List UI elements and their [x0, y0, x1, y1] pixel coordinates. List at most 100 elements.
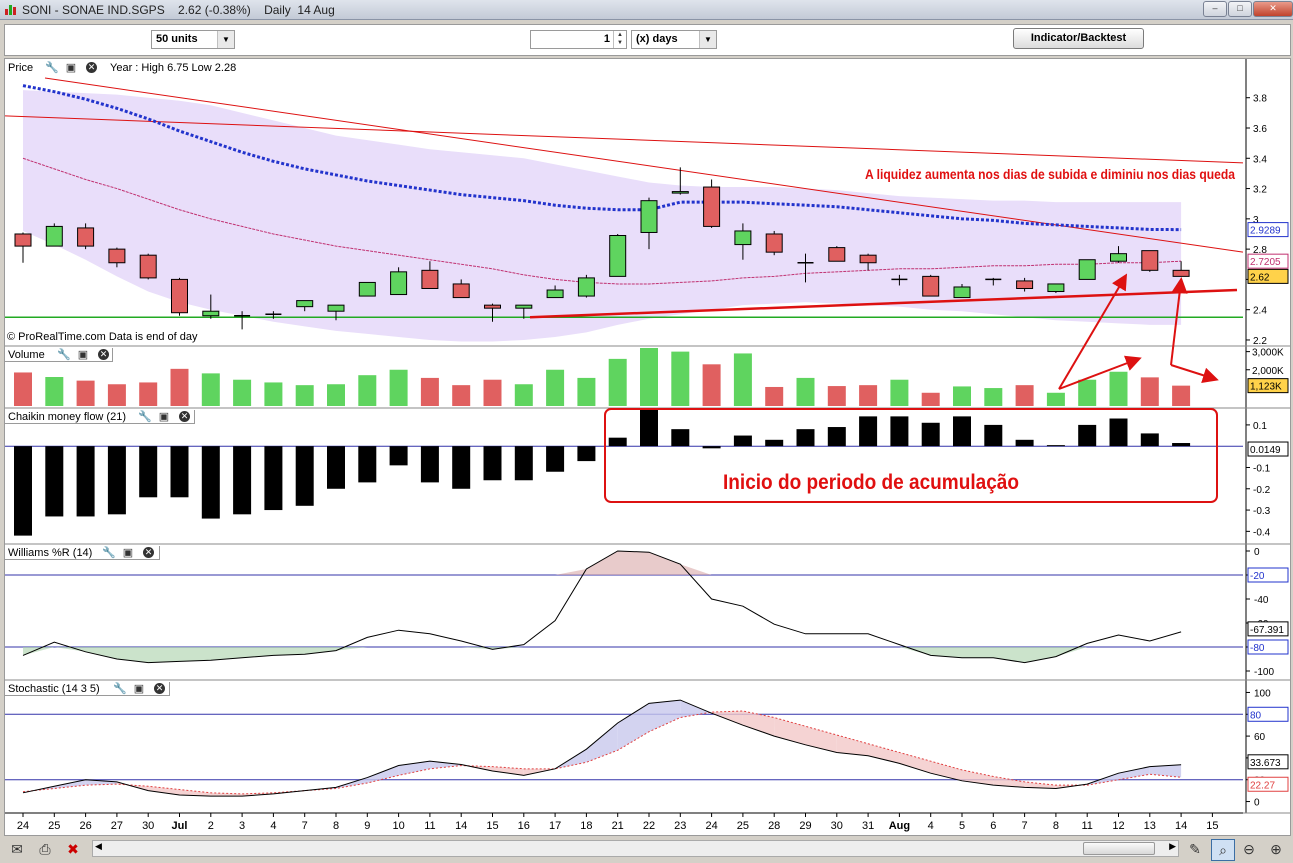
- chaikin-bar: [1078, 424, 1097, 447]
- candle-body: [421, 269, 439, 289]
- williams-tick-label: -40: [1254, 595, 1269, 606]
- stochastic-fill: [367, 765, 399, 783]
- spin-arrows-icon[interactable]: ▲ ▼: [613, 31, 626, 48]
- candle-body: [828, 247, 846, 262]
- close-button[interactable]: ✕: [1253, 1, 1293, 17]
- units-select[interactable]: 50 units ▼: [151, 30, 235, 49]
- price-panel-header: Price 🔧 ▣ ✕: [5, 61, 105, 75]
- zoom-out-icon[interactable]: ⊖: [1238, 839, 1260, 859]
- volume-bar: [546, 369, 565, 406]
- volume-last: 1,123K: [1250, 382, 1282, 393]
- chaikin-bar: [921, 422, 940, 447]
- chevron-down-icon[interactable]: ▼: [699, 31, 716, 48]
- x-tick-label: 30: [142, 820, 154, 832]
- horizontal-scrollbar[interactable]: ◀ ▶: [92, 840, 1179, 857]
- delete-tool-icon[interactable]: ✖: [62, 839, 84, 859]
- interval-spinbox[interactable]: 1 ▲ ▼: [530, 30, 627, 49]
- williams-overbought-fill: [23, 551, 1182, 575]
- candle-body: [859, 254, 877, 264]
- x-tick-label: 28: [768, 820, 780, 832]
- drawing-tools-icon[interactable]: ✎: [1184, 839, 1206, 859]
- close-panel-icon[interactable]: ✕: [86, 62, 97, 73]
- scroll-right-icon[interactable]: ▶: [1169, 841, 1176, 852]
- scroll-left-icon[interactable]: ◀: [95, 841, 102, 852]
- chaikin-bar: [608, 437, 627, 447]
- window-icon[interactable]: ▣: [77, 349, 89, 361]
- stochastic-fill: [868, 743, 900, 764]
- accumulation-annotation: Inicio do periodo de acumulação: [723, 471, 1019, 494]
- scrollbar-thumb[interactable]: [1083, 842, 1155, 855]
- stochastic-d-last: 22.27: [1250, 780, 1275, 791]
- maximize-button[interactable]: □: [1228, 1, 1252, 17]
- chaikin-bar: [170, 446, 189, 498]
- x-tick-label: 17: [549, 820, 561, 832]
- wrench-icon[interactable]: 🔧: [138, 411, 152, 423]
- wrench-icon[interactable]: 🔧: [113, 683, 127, 695]
- volume-bar: [1015, 385, 1034, 406]
- volume-bar: [295, 385, 314, 406]
- minimize-button[interactable]: –: [1203, 1, 1227, 17]
- x-tick-label: 11: [424, 820, 435, 832]
- candle-body: [703, 186, 721, 227]
- chaikin-bar: [640, 410, 658, 447]
- volume-bar: [1140, 377, 1159, 406]
- chaikin-bar: [76, 446, 95, 517]
- x-tick-label: 7: [1022, 820, 1028, 832]
- chaikin-bar: [107, 446, 126, 515]
- stochastic-k-last: 33.673: [1250, 758, 1281, 769]
- x-tick-label: 26: [79, 820, 91, 832]
- x-tick-label: 24: [705, 820, 717, 832]
- close-panel-icon[interactable]: ✕: [98, 349, 109, 360]
- chaikin-bar: [984, 424, 1003, 447]
- candle-body: [390, 271, 408, 296]
- close-panel-icon[interactable]: ✕: [143, 547, 154, 558]
- price-footer: © ProRealTime.com Data is end of day: [7, 331, 198, 343]
- chart-svg[interactable]: A liquidez aumenta nos dias de subida e …: [5, 59, 1290, 835]
- close-panel-icon[interactable]: ✕: [154, 683, 165, 694]
- wrench-icon[interactable]: 🔧: [102, 547, 116, 559]
- chaikin-tick-label: -0.4: [1253, 527, 1271, 538]
- x-tick-label: 9: [364, 820, 370, 832]
- chaikin-last: 0.0149: [1250, 445, 1281, 456]
- chevron-down-icon[interactable]: ▼: [217, 31, 234, 48]
- window-icon[interactable]: ▣: [122, 547, 134, 559]
- volume-bar: [139, 382, 158, 406]
- chart-area[interactable]: A liquidez aumenta nos dias de subida e …: [4, 58, 1291, 836]
- wrench-icon[interactable]: 🔧: [57, 349, 71, 361]
- email-icon[interactable]: ✉: [6, 839, 28, 859]
- chaikin-tick-label: -0.2: [1253, 485, 1271, 496]
- volume-bar: [452, 385, 471, 406]
- candle-body: [577, 277, 595, 297]
- wrench-icon[interactable]: 🔧: [45, 62, 59, 74]
- price-tick-label: 3.2: [1253, 185, 1267, 196]
- period-select[interactable]: (x) days ▼: [631, 30, 717, 49]
- x-tick-label: 14: [455, 820, 467, 832]
- close-panel-icon[interactable]: ✕: [179, 411, 190, 422]
- zoom-window-icon[interactable]: ⌕: [1211, 839, 1235, 861]
- chaikin-bar: [233, 446, 252, 515]
- chaikin-bar: [827, 427, 846, 447]
- zoom-in-icon[interactable]: ⊕: [1265, 839, 1287, 859]
- williams-tick-label: -100: [1254, 667, 1274, 678]
- x-tick-label: 11: [1081, 820, 1092, 832]
- volume-bar: [170, 368, 189, 406]
- price-ma-blue-last: 2.9289: [1250, 226, 1281, 237]
- window-icon[interactable]: ▣: [65, 62, 77, 74]
- x-tick-label: 15: [1206, 820, 1218, 832]
- window-icon[interactable]: ▣: [133, 683, 145, 695]
- volume-bar: [327, 384, 345, 406]
- x-tick-label: 27: [111, 820, 123, 832]
- x-tick-label: 29: [799, 820, 811, 832]
- price-tick-label: 2.4: [1253, 306, 1267, 317]
- price-panel-label: Price: [8, 62, 34, 74]
- x-tick-label: 24: [17, 820, 29, 832]
- candle-body: [77, 227, 95, 247]
- print-icon[interactable]: ⎙: [34, 839, 56, 859]
- candle-body: [484, 304, 501, 309]
- x-tick-label: 12: [1112, 820, 1124, 832]
- window-icon[interactable]: ▣: [158, 411, 170, 423]
- chaikin-bar: [702, 446, 721, 449]
- volume-bar: [76, 380, 95, 406]
- candle-body: [546, 289, 564, 299]
- indicator-backtest-button[interactable]: Indicator/Backtest: [1013, 28, 1144, 49]
